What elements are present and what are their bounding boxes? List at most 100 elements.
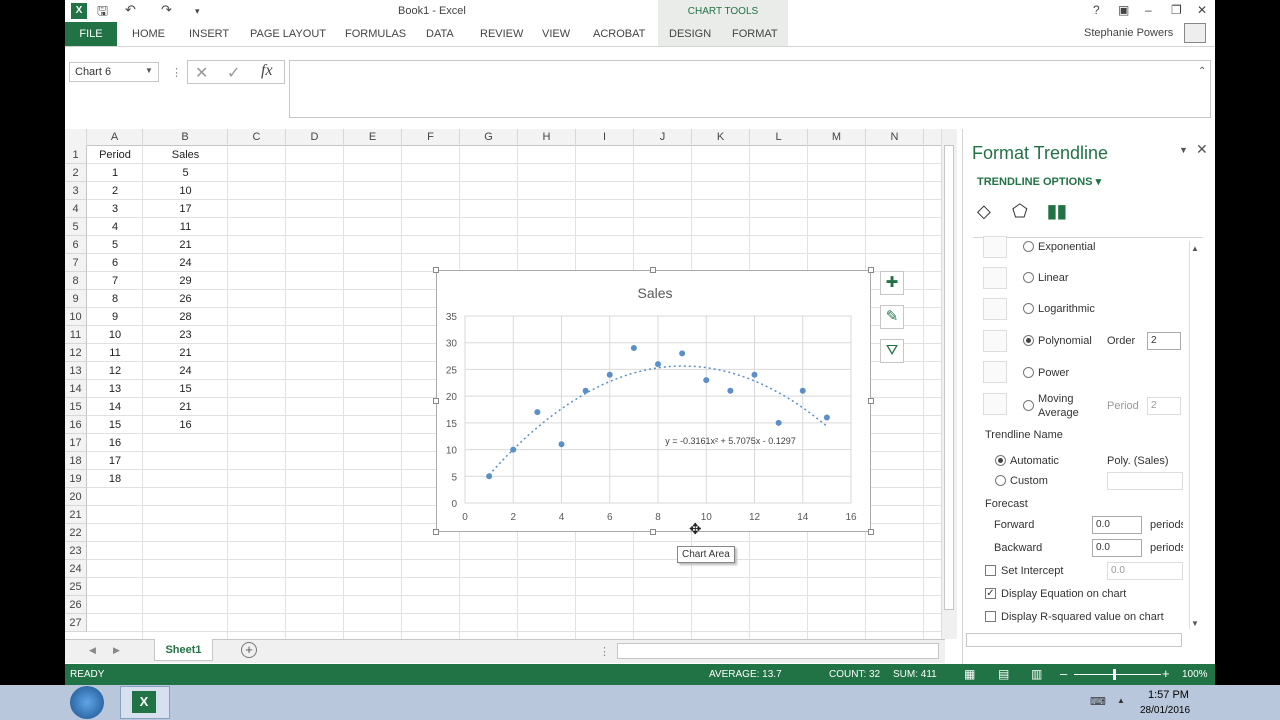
custom-name-input[interactable] — [1107, 472, 1183, 490]
table-cell[interactable]: 11 — [143, 218, 228, 236]
row-header[interactable]: 5 — [65, 218, 87, 236]
fill-line-icon[interactable]: ◇ — [977, 201, 991, 222]
resize-handle[interactable] — [433, 398, 439, 404]
power-radio[interactable] — [1023, 367, 1034, 378]
zoom-slider[interactable] — [1074, 674, 1161, 675]
row-header[interactable]: 1 — [65, 146, 87, 164]
enter-icon[interactable]: ✓ — [227, 63, 240, 83]
row-header[interactable]: 26 — [65, 596, 87, 614]
table-cell[interactable]: 4 — [87, 218, 143, 236]
restore-icon[interactable]: ❐ — [1171, 3, 1182, 17]
linear-radio[interactable] — [1023, 272, 1034, 283]
table-cell[interactable]: 24 — [143, 254, 228, 272]
tab-file[interactable]: FILE — [65, 22, 117, 46]
zoom-level[interactable]: 100% — [1182, 669, 1208, 680]
backward-input[interactable]: 0.0 — [1092, 539, 1142, 557]
clock-date[interactable]: 28/01/2016 — [1140, 705, 1190, 716]
table-cell[interactable]: 26 — [143, 290, 228, 308]
column-header-m[interactable]: M — [808, 129, 866, 146]
tab-view[interactable]: VIEW — [542, 28, 570, 40]
column-header-b[interactable]: B — [143, 129, 228, 146]
display-equation-checkbox[interactable]: ✓ — [985, 588, 996, 599]
clock-time[interactable]: 1:57 PM — [1148, 689, 1189, 701]
trendline-options-dropdown[interactable]: TRENDLINE OPTIONS ▾ — [977, 175, 1101, 188]
exponential-radio[interactable] — [1023, 241, 1034, 252]
horizontal-scrollbar[interactable] — [617, 643, 939, 659]
start-button[interactable] — [70, 686, 104, 719]
tray-expand-icon[interactable]: ▲ — [1117, 696, 1125, 705]
table-cell[interactable]: 21 — [143, 344, 228, 362]
table-cell[interactable]: Sales — [143, 146, 228, 164]
row-header[interactable]: 17 — [65, 434, 87, 452]
chart-styles-button[interactable]: ✎ — [880, 305, 904, 329]
table-cell[interactable]: 21 — [143, 236, 228, 254]
column-header-n[interactable]: N — [866, 129, 924, 146]
intercept-input[interactable]: 0.0 — [1107, 562, 1183, 580]
row-header[interactable]: 21 — [65, 506, 87, 524]
column-header-j[interactable]: J — [634, 129, 692, 146]
tab-format[interactable]: FORMAT — [732, 28, 778, 40]
vertical-scroll-thumb[interactable] — [944, 145, 954, 610]
pane-scrollbar[interactable] — [1189, 241, 1201, 629]
table-cell[interactable]: 7 — [87, 272, 143, 290]
row-header[interactable]: 4 — [65, 200, 87, 218]
column-header-e[interactable]: E — [344, 129, 402, 146]
help-icon[interactable]: ? — [1093, 3, 1100, 17]
column-header-a[interactable]: A — [87, 129, 143, 146]
column-header-f[interactable]: F — [402, 129, 460, 146]
table-cell[interactable]: 13 — [87, 380, 143, 398]
tab-formulas[interactable]: FORMULAS — [345, 28, 406, 40]
row-header[interactable]: 23 — [65, 542, 87, 560]
row-header[interactable]: 11 — [65, 326, 87, 344]
split-handle-icon[interactable]: ⋮ — [599, 645, 610, 658]
sheet-tab-sheet1[interactable]: Sheet1 — [154, 639, 213, 661]
column-header-i[interactable]: I — [576, 129, 634, 146]
table-cell[interactable]: 16 — [87, 434, 143, 452]
table-cell[interactable]: 17 — [87, 452, 143, 470]
tab-page-layout[interactable]: PAGE LAYOUT — [250, 28, 326, 40]
redo-icon[interactable]: ↷ — [161, 2, 172, 18]
close-icon[interactable]: ✕ — [1196, 141, 1208, 158]
table-cell[interactable]: 24 — [143, 362, 228, 380]
tab-review[interactable]: REVIEW — [480, 28, 523, 40]
table-cell[interactable]: 23 — [143, 326, 228, 344]
table-cell[interactable]: 2 — [87, 182, 143, 200]
chart-area[interactable]: Sales 0 2 4 6 8 10 12 14 16 0 5 10 15 20 25 30 35 y = -0.3… — [436, 270, 871, 532]
table-cell[interactable]: 11 — [87, 344, 143, 362]
row-header[interactable]: 22 — [65, 524, 87, 542]
resize-handle[interactable] — [433, 529, 439, 535]
display-r2-checkbox[interactable] — [985, 611, 996, 622]
user-name[interactable]: Stephanie Powers — [1084, 27, 1173, 39]
table-cell[interactable]: 15 — [87, 416, 143, 434]
forward-input[interactable]: 0.0 — [1092, 516, 1142, 534]
collapse-formula-icon[interactable]: ⌃ — [1198, 66, 1206, 77]
zoom-out-icon[interactable]: – — [1060, 666, 1067, 681]
polynomial-radio[interactable] — [1023, 335, 1034, 346]
save-icon[interactable]: 🖫 — [97, 2, 108, 24]
scroll-down-icon[interactable]: ▼ — [1191, 619, 1199, 628]
effects-icon[interactable]: ⬠ — [1012, 201, 1028, 222]
custom-radio[interactable] — [995, 475, 1006, 486]
table-cell[interactable]: 18 — [87, 470, 143, 488]
table-cell[interactable]: 15 — [143, 380, 228, 398]
resize-handle[interactable] — [650, 267, 656, 273]
table-cell[interactable]: 5 — [87, 236, 143, 254]
period-input[interactable]: 2 — [1147, 397, 1181, 415]
tab-data[interactable]: DATA — [426, 28, 454, 40]
row-header[interactable]: 19 — [65, 470, 87, 488]
row-header[interactable]: 27 — [65, 614, 87, 632]
row-header[interactable]: 16 — [65, 416, 87, 434]
row-header[interactable]: 6 — [65, 236, 87, 254]
row-header[interactable]: 2 — [65, 164, 87, 182]
resize-handle[interactable] — [868, 398, 874, 404]
customize-qat-icon[interactable]: ▾ — [195, 6, 200, 17]
table-cell[interactable]: 21 — [143, 398, 228, 416]
row-header[interactable]: 10 — [65, 308, 87, 326]
tab-design[interactable]: DESIGN — [669, 28, 711, 40]
row-header[interactable]: 18 — [65, 452, 87, 470]
row-header[interactable]: 7 — [65, 254, 87, 272]
table-cell[interactable]: 17 — [143, 200, 228, 218]
tab-acrobat[interactable]: ACROBAT — [593, 28, 645, 40]
column-header-l[interactable]: L — [750, 129, 808, 146]
table-cell[interactable]: 29 — [143, 272, 228, 290]
